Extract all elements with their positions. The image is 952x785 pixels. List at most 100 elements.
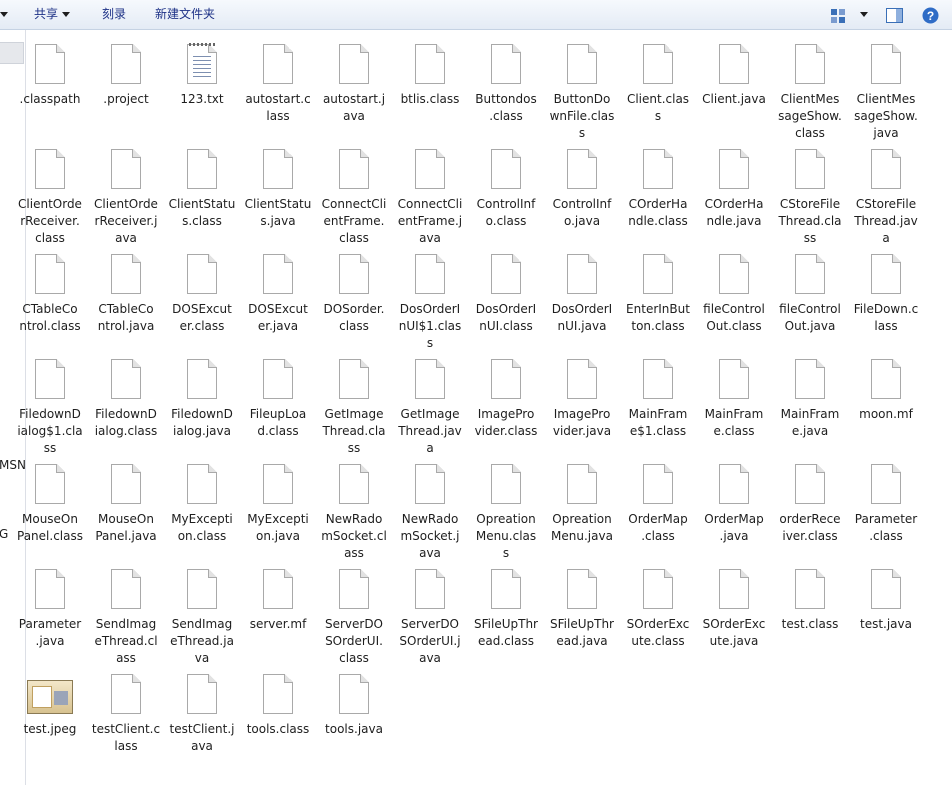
file-item[interactable]: DosOrderI nUI.java bbox=[544, 250, 620, 335]
chevron-down-icon[interactable] bbox=[0, 0, 8, 29]
file-item[interactable]: SendImag eThread.ja va bbox=[164, 565, 240, 667]
file-item[interactable]: FiledownD ialog$1.cla ss bbox=[12, 355, 88, 457]
file-item[interactable]: ImagePro vider.class bbox=[468, 355, 544, 440]
document-icon bbox=[871, 569, 901, 609]
file-item[interactable]: ConnectCli entFrame. class bbox=[316, 145, 392, 247]
share-button[interactable]: 共享 bbox=[34, 0, 71, 29]
file-item[interactable]: ClientStatu s.java bbox=[240, 145, 316, 230]
file-item[interactable]: MyExcepti on.class bbox=[164, 460, 240, 545]
file-name-line: ton.class bbox=[631, 319, 685, 333]
file-item[interactable]: tools.java bbox=[316, 670, 392, 738]
file-item[interactable]: MainFram e.java bbox=[772, 355, 848, 440]
file-name-line: FiledownD bbox=[171, 407, 233, 421]
file-item[interactable]: .project bbox=[88, 40, 164, 108]
file-item[interactable]: GetImage Thread.cla ss bbox=[316, 355, 392, 457]
file-item[interactable]: Buttondos .class bbox=[468, 40, 544, 125]
file-item[interactable]: DOSExcut er.class bbox=[164, 250, 240, 335]
file-item[interactable]: CStoreFile Thread.cla ss bbox=[772, 145, 848, 247]
file-item[interactable]: fileControl Out.java bbox=[772, 250, 848, 335]
file-item[interactable]: Parameter .java bbox=[12, 565, 88, 650]
view-options-dropdown[interactable] bbox=[856, 0, 868, 29]
file-item[interactable]: DosOrderI nUI$1.clas s bbox=[392, 250, 468, 352]
file-item[interactable]: GetImage Thread.jav a bbox=[392, 355, 468, 457]
file-name-line: CStoreFile bbox=[855, 197, 917, 211]
file-item[interactable]: ClientOrde rReceiver. class bbox=[12, 145, 88, 247]
file-item[interactable]: orderRece iver.class bbox=[772, 460, 848, 545]
help-button[interactable]: ? bbox=[922, 6, 939, 24]
document-icon bbox=[871, 149, 901, 189]
file-item[interactable]: ServerDO SOrderUI.j ava bbox=[392, 565, 468, 667]
file-item[interactable]: FileDown.c lass bbox=[848, 250, 924, 335]
file-list[interactable]: .classpath .project 123.txt autostart.c lass… bbox=[17, 40, 952, 785]
file-item[interactable]: fileControl Out.class bbox=[696, 250, 772, 335]
file-item[interactable]: SendImag eThread.cl ass bbox=[88, 565, 164, 667]
file-item[interactable]: btlis.class bbox=[392, 40, 468, 108]
file-item[interactable]: DOSorder. class bbox=[316, 250, 392, 335]
file-item[interactable]: tools.class bbox=[240, 670, 316, 738]
file-item[interactable]: OrderMap .java bbox=[696, 460, 772, 545]
file-item[interactable]: 123.txt bbox=[164, 40, 240, 108]
file-item[interactable]: Parameter .class bbox=[848, 460, 924, 545]
file-item[interactable]: MainFram e$1.class bbox=[620, 355, 696, 440]
file-item[interactable]: ClientOrde rReceiver.j ava bbox=[88, 145, 164, 247]
file-item[interactable]: DosOrderI nUI.class bbox=[468, 250, 544, 335]
file-item[interactable]: MouseOn Panel.java bbox=[88, 460, 164, 545]
file-name: tools.class bbox=[240, 721, 316, 738]
document-icon bbox=[795, 464, 825, 504]
file-item[interactable]: FiledownD ialog.class bbox=[88, 355, 164, 440]
file-item[interactable]: server.mf bbox=[240, 565, 316, 633]
file-item[interactable]: SOrderExc ute.class bbox=[620, 565, 696, 650]
file-item[interactable]: ImagePro vider.java bbox=[544, 355, 620, 440]
file-item[interactable]: CStoreFile Thread.jav a bbox=[848, 145, 924, 247]
nav-item-g[interactable]: G bbox=[0, 527, 8, 541]
file-item[interactable]: CTableCo ntrol.class bbox=[12, 250, 88, 335]
file-name: FiledownD ialog.java bbox=[164, 406, 240, 440]
file-item[interactable]: NewRado mSocket.j ava bbox=[392, 460, 468, 562]
file-item[interactable]: autostart.c lass bbox=[240, 40, 316, 125]
file-item[interactable]: OrderMap .class bbox=[620, 460, 696, 545]
file-item[interactable]: Client.clas s bbox=[620, 40, 696, 125]
file-name-line: wnFile.clas bbox=[549, 109, 615, 123]
burn-button[interactable]: 刻录 bbox=[102, 0, 126, 29]
file-item[interactable]: CTableCo ntrol.java bbox=[88, 250, 164, 335]
file-item[interactable]: testClient.j ava bbox=[164, 670, 240, 755]
file-item[interactable]: ClientMes sageShow. class bbox=[772, 40, 848, 142]
file-item[interactable]: test.class bbox=[772, 565, 848, 633]
file-item[interactable]: SFileUpThr ead.java bbox=[544, 565, 620, 650]
file-item[interactable]: Opreation Menu.clas s bbox=[468, 460, 544, 562]
file-name: autostart.j ava bbox=[316, 91, 392, 125]
file-item[interactable]: ControlInf o.java bbox=[544, 145, 620, 230]
file-item[interactable]: ClientMes sageShow. java bbox=[848, 40, 924, 142]
file-item[interactable]: testClient.c lass bbox=[88, 670, 164, 755]
file-item[interactable]: FileupLoa d.class bbox=[240, 355, 316, 440]
file-item[interactable]: MainFram e.class bbox=[696, 355, 772, 440]
file-name: COrderHa ndle.class bbox=[620, 196, 696, 230]
file-item[interactable]: autostart.j ava bbox=[316, 40, 392, 125]
file-item[interactable]: .classpath bbox=[12, 40, 88, 108]
preview-pane-button[interactable] bbox=[886, 6, 903, 23]
file-item[interactable]: test.java bbox=[848, 565, 924, 633]
file-item[interactable]: MouseOn Panel.class bbox=[12, 460, 88, 545]
file-item[interactable]: ControlInf o.class bbox=[468, 145, 544, 230]
file-item[interactable]: test.jpeg bbox=[12, 670, 88, 738]
file-item[interactable]: COrderHa ndle.class bbox=[620, 145, 696, 230]
file-item[interactable]: ServerDO SOrderUI. class bbox=[316, 565, 392, 667]
file-name-line: class bbox=[339, 231, 369, 245]
file-item[interactable]: DOSExcut er.java bbox=[240, 250, 316, 335]
file-item[interactable]: FiledownD ialog.java bbox=[164, 355, 240, 440]
file-item[interactable]: moon.mf bbox=[848, 355, 924, 423]
file-name: OrderMap .java bbox=[696, 511, 772, 545]
file-item[interactable]: ClientStatu s.class bbox=[164, 145, 240, 230]
file-item[interactable]: SOrderExc ute.java bbox=[696, 565, 772, 650]
file-item[interactable]: EnterInBut ton.class bbox=[620, 250, 696, 335]
new-folder-button[interactable]: 新建文件夹 bbox=[155, 0, 215, 29]
file-item[interactable]: Opreation Menu.java bbox=[544, 460, 620, 545]
change-view-button[interactable] bbox=[830, 6, 846, 23]
file-item[interactable]: NewRado mSocket.cl ass bbox=[316, 460, 392, 562]
file-item[interactable]: ButtonDo wnFile.clas s bbox=[544, 40, 620, 142]
file-item[interactable]: COrderHa ndle.java bbox=[696, 145, 772, 230]
file-item[interactable]: MyExcepti on.java bbox=[240, 460, 316, 545]
file-item[interactable]: ConnectCli entFrame.j ava bbox=[392, 145, 468, 247]
file-item[interactable]: SFileUpThr ead.class bbox=[468, 565, 544, 650]
file-item[interactable]: Client.java bbox=[696, 40, 772, 108]
